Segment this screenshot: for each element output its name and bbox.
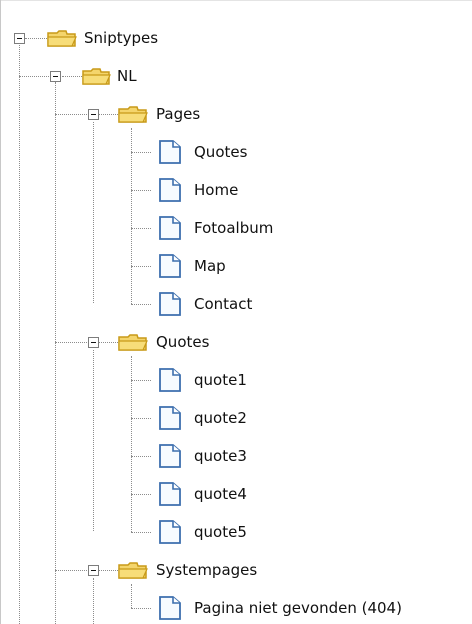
tree-node-nl[interactable]: NL [117, 65, 137, 87]
collapse-toggle-icon[interactable] [88, 565, 99, 576]
tree-node-quote2[interactable]: quote2 [194, 407, 247, 429]
tree-node-page-quotes[interactable]: Quotes [194, 141, 247, 163]
document-icon [159, 254, 181, 278]
tree-node-quote3[interactable]: quote3 [194, 445, 247, 467]
folder-open-icon [118, 106, 148, 123]
tree-node-page-fotoalbum[interactable]: Fotoalbum [194, 217, 273, 239]
tree-node-quote4[interactable]: quote4 [194, 483, 247, 505]
document-icon [159, 178, 181, 202]
tree-node-pages[interactable]: Pages [156, 103, 200, 125]
systempages-vertical-connector [93, 578, 94, 624]
systempages-toggle-horizontal-connector [98, 570, 118, 571]
quote3-horizontal-connector [131, 456, 151, 457]
document-icon [159, 216, 181, 240]
document-icon [159, 140, 181, 164]
page-contact-horizontal-connector [131, 304, 151, 305]
root-vertical-connector [19, 45, 20, 624]
tree-top-border [0, 0, 472, 1]
page-fotoalbum-horizontal-connector [131, 228, 151, 229]
nl-toggle-horizontal-connector [62, 76, 82, 77]
systempages-children-vertical-connector [131, 584, 132, 608]
tree-node-quotes[interactable]: Quotes [156, 331, 209, 353]
quote1-horizontal-connector [131, 380, 151, 381]
collapse-toggle-icon[interactable] [50, 71, 61, 82]
document-icon [159, 596, 181, 620]
quote2-horizontal-connector [131, 418, 151, 419]
page-quotes-horizontal-connector [131, 152, 151, 153]
page-home-horizontal-connector [131, 190, 151, 191]
snip-type-tree: Sniptypes NL Pages Quotes Home Fotoalbum… [0, 0, 472, 624]
document-icon [159, 520, 181, 544]
document-icon [159, 406, 181, 430]
collapse-toggle-icon[interactable] [14, 33, 25, 44]
pages-toggle-horizontal-connector [98, 114, 118, 115]
quotes-horizontal-connector [55, 342, 89, 343]
tree-node-sniptypes[interactable]: Sniptypes [84, 27, 158, 49]
quote4-horizontal-connector [131, 494, 151, 495]
document-icon [159, 444, 181, 468]
pages-vertical-connector [93, 122, 94, 303]
collapse-toggle-icon[interactable] [88, 337, 99, 348]
nl-vertical-connector [55, 82, 56, 624]
page-map-horizontal-connector [131, 266, 151, 267]
tree-node-page-contact[interactable]: Contact [194, 293, 252, 315]
folder-open-icon [118, 562, 148, 579]
quotes-children-vertical-connector [131, 356, 132, 532]
folder-open-icon [118, 334, 148, 351]
quotes-vertical-connector [93, 350, 94, 531]
tree-left-border [0, 0, 1, 624]
pages-children-vertical-connector [131, 128, 132, 304]
tree-node-quote1[interactable]: quote1 [194, 369, 247, 391]
quotes-toggle-horizontal-connector [98, 342, 118, 343]
folder-open-icon [47, 30, 77, 47]
nl-horizontal-connector [19, 76, 53, 77]
document-icon [159, 368, 181, 392]
collapse-toggle-icon[interactable] [88, 109, 99, 120]
document-icon [159, 292, 181, 316]
tree-node-quote5[interactable]: quote5 [194, 521, 247, 543]
tree-node-pagina-niet-gevonden-404[interactable]: Pagina niet gevonden (404) [194, 597, 402, 619]
tree-node-page-home[interactable]: Home [194, 179, 238, 201]
systempage-404-horizontal-connector [131, 608, 151, 609]
quote5-horizontal-connector [131, 532, 151, 533]
document-icon [159, 482, 181, 506]
tree-node-systempages[interactable]: Systempages [156, 559, 257, 581]
pages-horizontal-connector [55, 114, 89, 115]
root-horizontal-connector [25, 38, 49, 39]
systempages-horizontal-connector [55, 570, 89, 571]
folder-open-icon [82, 68, 111, 85]
tree-node-page-map[interactable]: Map [194, 255, 226, 277]
